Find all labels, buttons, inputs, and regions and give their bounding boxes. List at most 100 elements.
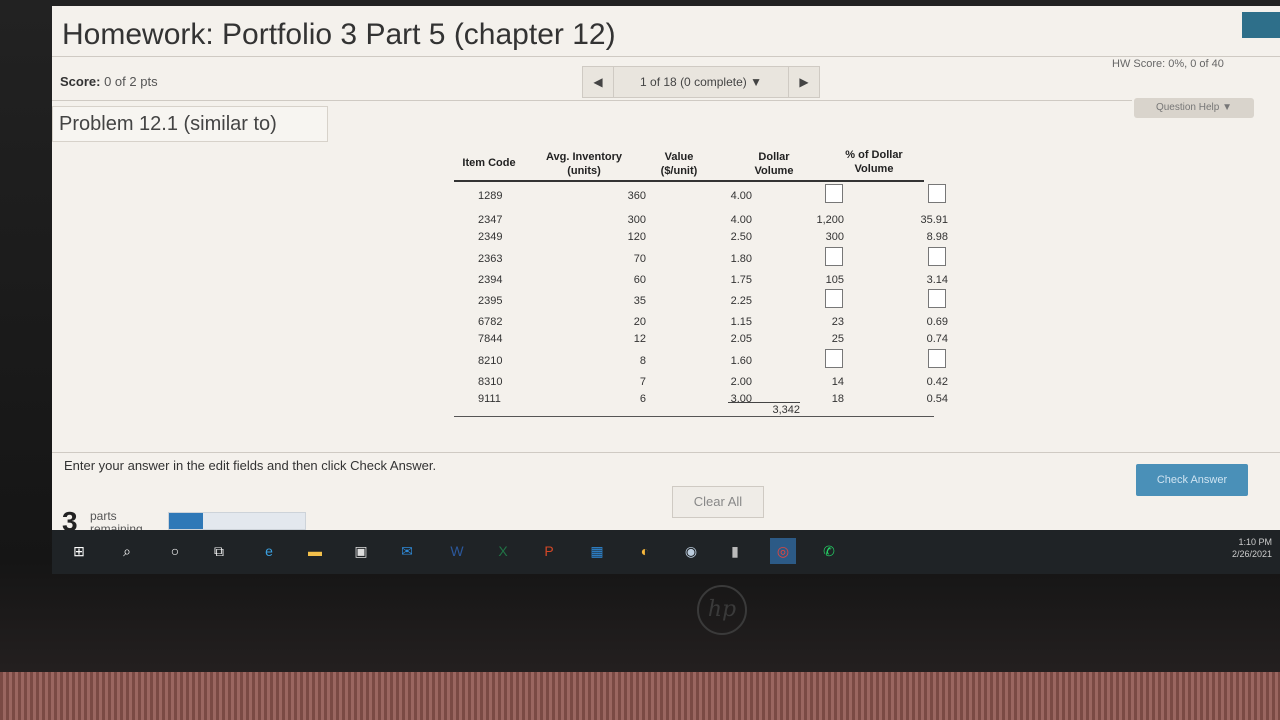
clock-time: 1:10 PM	[1238, 537, 1272, 547]
value-cell: 4.00	[730, 214, 752, 226]
value-cell: 2.00	[730, 376, 752, 388]
divider	[52, 56, 1280, 57]
dollar-volume-cell: 105	[825, 274, 844, 286]
avg-inventory-cell: 60	[633, 274, 646, 286]
question-navigator: ◀ 1 of 18 (0 complete) ▼ ▶	[582, 66, 820, 98]
footer-divider	[52, 452, 1280, 453]
value-cell: 4.00	[730, 190, 752, 202]
avg-inventory-cell: 120	[627, 231, 646, 243]
dollar-volume-cell: 1,200	[816, 214, 844, 226]
top-right-button[interactable]	[1242, 12, 1280, 38]
prev-question-icon[interactable]: ◀	[583, 75, 613, 89]
avg-inventory-cell: 300	[627, 214, 646, 226]
dollar-volume-cell: 23	[831, 316, 844, 328]
pct-dollar-volume-cell: 0.74	[926, 333, 948, 345]
header-avg-inventory: Avg. Inventory (units)	[546, 151, 622, 177]
pct-dollar-volume-cell: 0.69	[926, 316, 948, 328]
header-rule	[454, 180, 924, 182]
value-cell: 1.75	[730, 274, 752, 286]
pct-dollar-volume-cell: 0.54	[926, 393, 948, 405]
value-cell: 2.25	[730, 295, 752, 307]
dollar-volume-input[interactable]	[825, 349, 843, 368]
search-icon[interactable]: ⌕	[114, 538, 140, 564]
task-view-icon[interactable]: ⧉	[206, 538, 232, 564]
pct-dollar-volume-cell: 3.14	[926, 274, 948, 286]
item-code-cell: 2347	[478, 214, 503, 226]
windows-taskbar: ⊞ ⌕ ○ ⧉ e ▬ ▣ ✉ W X P ▦ ◐ ◉ ▮ ◎ ✆ 1:10 PM 2/26/2021	[52, 530, 1280, 574]
pct-dollar-volume-input[interactable]	[928, 289, 946, 308]
avg-inventory-cell: 8	[639, 355, 646, 367]
store-icon[interactable]: ▣	[348, 538, 374, 564]
value-cell: 2.05	[730, 333, 752, 345]
item-code-cell: 8210	[478, 355, 503, 367]
avg-inventory-cell: 35	[633, 295, 646, 307]
camera-icon[interactable]: ◉	[678, 538, 704, 564]
check-answer-button[interactable]: Check Answer	[1136, 464, 1248, 496]
chrome-icon[interactable]: ◎	[770, 538, 796, 564]
file-explorer-icon[interactable]: ▬	[302, 538, 328, 564]
mail-icon[interactable]: ✉	[394, 538, 420, 564]
hp-logo: hp	[697, 585, 747, 635]
dollar-volume-cell: 300	[825, 231, 844, 243]
dollar-volume-cell: 14	[831, 376, 844, 388]
problem-label: Problem 12.1 (similar to)	[52, 106, 328, 142]
item-code-cell: 9111	[478, 393, 501, 405]
item-code-cell: 8310	[478, 376, 503, 388]
dollar-volume-input[interactable]	[825, 289, 843, 308]
question-help-button[interactable]: Question Help ▼	[1134, 98, 1254, 118]
avg-inventory-cell: 6	[639, 393, 646, 405]
dollar-volume-input[interactable]	[825, 184, 843, 203]
avg-inventory-cell: 12	[633, 333, 646, 345]
value-cell: 1.60	[730, 355, 752, 367]
cortana-icon[interactable]: ○	[162, 538, 188, 564]
browser-screen: Homework: Portfolio 3 Part 5 (chapter 12…	[52, 6, 1280, 556]
pct-dollar-volume-input[interactable]	[928, 184, 946, 203]
pct-dollar-volume-cell: 35.91	[920, 214, 948, 226]
pct-dollar-volume-cell: 8.98	[926, 231, 948, 243]
item-code-cell: 2395	[478, 295, 503, 307]
header-item-code: Item Code	[462, 157, 516, 169]
item-code-cell: 6782	[478, 316, 503, 328]
avg-inventory-cell: 20	[633, 316, 646, 328]
header-pct-dollar-volume: % of Dollar Volume	[845, 149, 903, 175]
whatsapp-icon[interactable]: ✆	[816, 538, 842, 564]
score-label: Score:	[60, 74, 101, 89]
item-code-cell: 2394	[478, 274, 503, 286]
table-bottom-rule	[454, 416, 934, 417]
item-code-cell: 7844	[478, 333, 503, 345]
score-value: 0 of 2 pts	[104, 74, 158, 89]
score: Score: 0 of 2 pts	[60, 74, 158, 89]
excel-icon[interactable]: X	[490, 538, 516, 564]
dollar-volume-cell: 25	[831, 333, 844, 345]
item-code-cell: 1289	[478, 190, 503, 202]
total-dollar-volume: 3,342	[772, 404, 800, 416]
dollar-volume-input[interactable]	[825, 247, 843, 266]
windows-icon[interactable]: ⊞	[66, 538, 92, 564]
clear-all-button[interactable]: Clear All	[672, 486, 764, 518]
next-question-icon[interactable]: ▶	[789, 75, 819, 89]
avg-inventory-cell: 7	[639, 376, 646, 388]
clock-date: 2/26/2021	[1231, 549, 1272, 559]
pct-dollar-volume-input[interactable]	[928, 349, 946, 368]
calendar-icon[interactable]: ▦	[584, 538, 610, 564]
question-selector[interactable]: 1 of 18 (0 complete) ▼	[613, 67, 789, 97]
instruction-text: Enter your answer in the edit fields and…	[64, 458, 437, 473]
parts-progress-bar	[168, 512, 306, 530]
avg-inventory-cell: 360	[627, 190, 646, 202]
sum-rule	[728, 402, 800, 403]
usb-icon[interactable]: ▮	[722, 538, 748, 564]
header-dollar-volume: Dollar Volume	[754, 151, 794, 177]
powerpoint-icon[interactable]: P	[536, 538, 562, 564]
progress-fill	[169, 513, 203, 529]
divider	[52, 100, 1132, 101]
hw-score: HW Score: 0%, 0 of 40	[1112, 58, 1224, 70]
word-icon[interactable]: W	[444, 538, 470, 564]
edge-icon[interactable]: e	[256, 538, 282, 564]
pct-dollar-volume-input[interactable]	[928, 247, 946, 266]
page-title: Homework: Portfolio 3 Part 5 (chapter 12…	[62, 18, 616, 51]
keyboard-area	[0, 672, 1280, 720]
pct-dollar-volume-cell: 0.42	[926, 376, 948, 388]
value-cell: 1.80	[730, 253, 752, 265]
weather-icon[interactable]: ◐	[632, 538, 658, 564]
system-clock[interactable]: 1:10 PM 2/26/2021	[1232, 536, 1272, 560]
